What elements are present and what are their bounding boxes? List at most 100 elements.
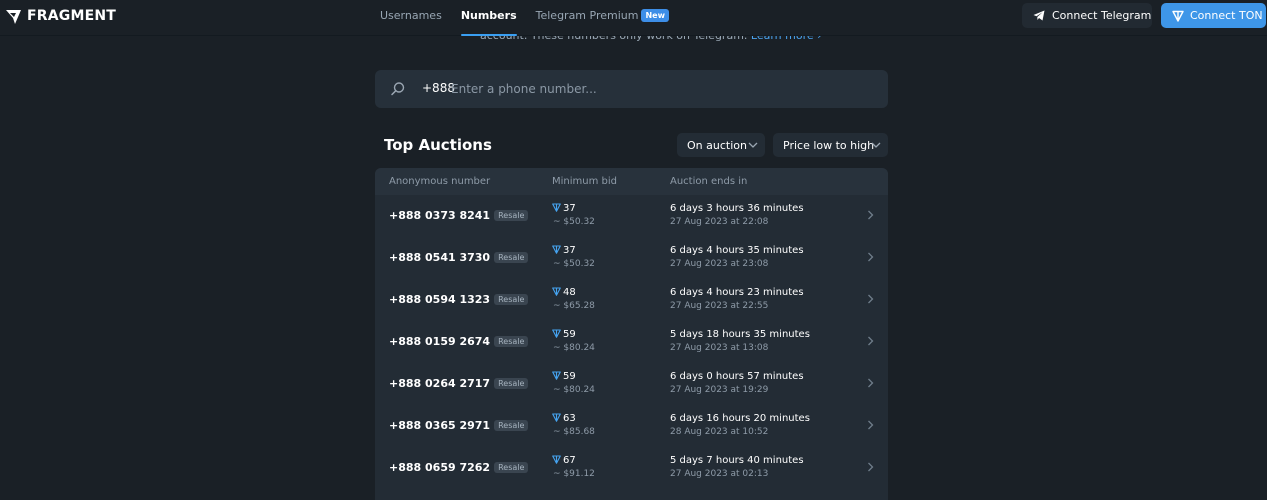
nav-numbers-label: Numbers: [460, 9, 517, 22]
auction-end-date: 27 Aug 2023 at 19:29: [670, 385, 769, 395]
fragment-logo-icon: [6, 9, 21, 24]
phone-number-text: +888 0264 2717: [389, 377, 491, 390]
phone-number: +888 0541 3730 Resale: [389, 251, 529, 264]
phone-number-text: +888 0541 3730: [389, 251, 491, 264]
auction-ends-in: 6 days 16 hours 20 minutes: [670, 413, 810, 424]
auction-end-date: 27 Aug 2023 at 22:55: [670, 301, 769, 311]
telegram-icon: [1033, 10, 1045, 21]
ton-icon: [552, 245, 561, 254]
chevron-right-icon: [868, 336, 874, 346]
resale-badge: Resale: [494, 252, 529, 263]
col-anonymous-number: Anonymous number: [389, 176, 491, 187]
auction-ends-in: 6 days 4 hours 35 minutes: [670, 245, 804, 256]
auction-ends-in: 6 days 3 hours 36 minutes: [670, 203, 804, 214]
bid-usd: ~ $50.32: [553, 217, 595, 227]
phone-number: +888 0659 7262 Resale: [389, 461, 529, 474]
phone-number-text: +888 0594 1323: [389, 293, 491, 306]
bid-amount: 59: [563, 329, 576, 340]
section-title: Top Auctions: [384, 136, 492, 154]
bid-amount: 67: [563, 455, 576, 466]
bid-amount: 48: [563, 287, 576, 298]
minimum-bid: 37: [552, 245, 576, 256]
bid-usd: ~ $65.28: [553, 301, 595, 311]
minimum-bid: 63: [552, 413, 576, 424]
bid-amount: 37: [563, 245, 576, 256]
auction-end-date: 27 Aug 2023 at 23:08: [670, 259, 769, 269]
connect-ton-button[interactable]: Connect TON: [1161, 3, 1266, 28]
table-row[interactable]: +888 0659 7262 Resale 67 ~ $91.12 5 days …: [375, 447, 888, 489]
chevron-right-icon: [868, 210, 874, 220]
nav-usernames-label: Usernames: [380, 9, 442, 22]
phone-search-input[interactable]: [451, 79, 871, 99]
status-filter-dropdown[interactable]: On auction: [677, 133, 765, 157]
ton-icon: [552, 413, 561, 422]
connect-telegram-button[interactable]: Connect Telegram: [1022, 3, 1152, 28]
table-row[interactable]: +888 0541 3730 Resale 37 ~ $50.32 6 days …: [375, 237, 888, 279]
table-row[interactable]: +888 0264 2717 Resale 59 ~ $80.24 6 days …: [375, 363, 888, 405]
minimum-bid: 48: [552, 287, 576, 298]
auction-ends-in: 6 days 0 hours 57 minutes: [670, 371, 804, 382]
nav-telegram-premium[interactable]: Telegram Premium New: [536, 0, 669, 36]
table-row[interactable]: +888 0594 1323 Resale 48 ~ $65.28 6 days …: [375, 279, 888, 321]
search-icon: [391, 82, 405, 96]
table-body: +888 0373 8241 Resale 37 ~ $50.32 6 days …: [375, 195, 888, 489]
phone-number-text: +888 0659 7262: [389, 461, 491, 474]
chevron-down-icon: [871, 142, 881, 148]
auction-end-date: 27 Aug 2023 at 13:08: [670, 343, 769, 353]
resale-badge: Resale: [494, 336, 529, 347]
brand-name: FRAGMENT: [27, 8, 117, 24]
auction-ends-in: 5 days 7 hours 40 minutes: [670, 455, 804, 466]
phone-search-bar: +888: [375, 70, 888, 108]
table-row[interactable]: +888 0373 8241 Resale 37 ~ $50.32 6 days …: [375, 195, 888, 237]
auction-end-date: 27 Aug 2023 at 22:08: [670, 217, 769, 227]
auctions-table: Anonymous number Minimum bid Auction end…: [375, 168, 888, 500]
auction-ends-in: 5 days 18 hours 35 minutes: [670, 329, 810, 340]
resale-badge: Resale: [494, 462, 529, 473]
top-header: FRAGMENT Usernames Numbers Telegram Prem…: [0, 0, 1267, 36]
ton-icon: [552, 203, 561, 212]
new-badge: New: [641, 9, 669, 22]
phone-number: +888 0159 2674 Resale: [389, 335, 529, 348]
phone-number-text: +888 0365 2971: [389, 419, 491, 432]
chevron-down-icon: [748, 142, 758, 148]
resale-badge: Resale: [494, 378, 529, 389]
connect-ton-label: Connect TON: [1190, 9, 1263, 22]
bid-usd: ~ $50.32: [553, 259, 595, 269]
minimum-bid: 59: [552, 371, 576, 382]
phone-number: +888 0264 2717 Resale: [389, 377, 529, 390]
ton-icon: [552, 329, 561, 338]
bid-usd: ~ $80.24: [553, 385, 595, 395]
sort-dropdown[interactable]: Price low to high: [773, 133, 888, 157]
bid-usd: ~ $91.12: [553, 469, 595, 479]
bid-usd: ~ $80.24: [553, 343, 595, 353]
auction-end-date: 27 Aug 2023 at 02:13: [670, 469, 769, 479]
col-auction-ends: Auction ends in: [670, 176, 748, 187]
ton-icon: [552, 455, 561, 464]
nav-usernames[interactable]: Usernames: [380, 0, 442, 36]
auction-ends-in: 6 days 4 hours 23 minutes: [670, 287, 804, 298]
col-minimum-bid: Minimum bid: [552, 176, 617, 187]
phone-number-text: +888 0373 8241: [389, 209, 491, 222]
bid-usd: ~ $85.68: [553, 427, 595, 437]
sort-label: Price low to high: [783, 138, 875, 152]
table-row[interactable]: +888 0159 2674 Resale 59 ~ $80.24 5 days …: [375, 321, 888, 363]
bid-amount: 37: [563, 203, 576, 214]
fragment-logo[interactable]: FRAGMENT: [5, 7, 116, 25]
table-header: Anonymous number Minimum bid Auction end…: [375, 168, 888, 195]
ton-icon: [552, 371, 561, 380]
minimum-bid: 37: [552, 203, 576, 214]
ton-icon: [552, 287, 561, 296]
resale-badge: Resale: [494, 420, 529, 431]
phone-number: +888 0373 8241 Resale: [389, 209, 529, 222]
chevron-right-icon: [868, 252, 874, 262]
nav-numbers[interactable]: Numbers: [460, 0, 517, 36]
bid-amount: 59: [563, 371, 576, 382]
table-row[interactable]: +888 0365 2971 Resale 63 ~ $85.68 6 days …: [375, 405, 888, 447]
resale-badge: Resale: [494, 294, 529, 305]
status-filter-label: On auction: [687, 138, 747, 152]
bid-amount: 63: [563, 413, 576, 424]
chevron-right-icon: [868, 420, 874, 430]
chevron-right-icon: [868, 294, 874, 304]
main-nav: Usernames Numbers Telegram Premium New: [380, 0, 688, 36]
minimum-bid: 59: [552, 329, 576, 340]
